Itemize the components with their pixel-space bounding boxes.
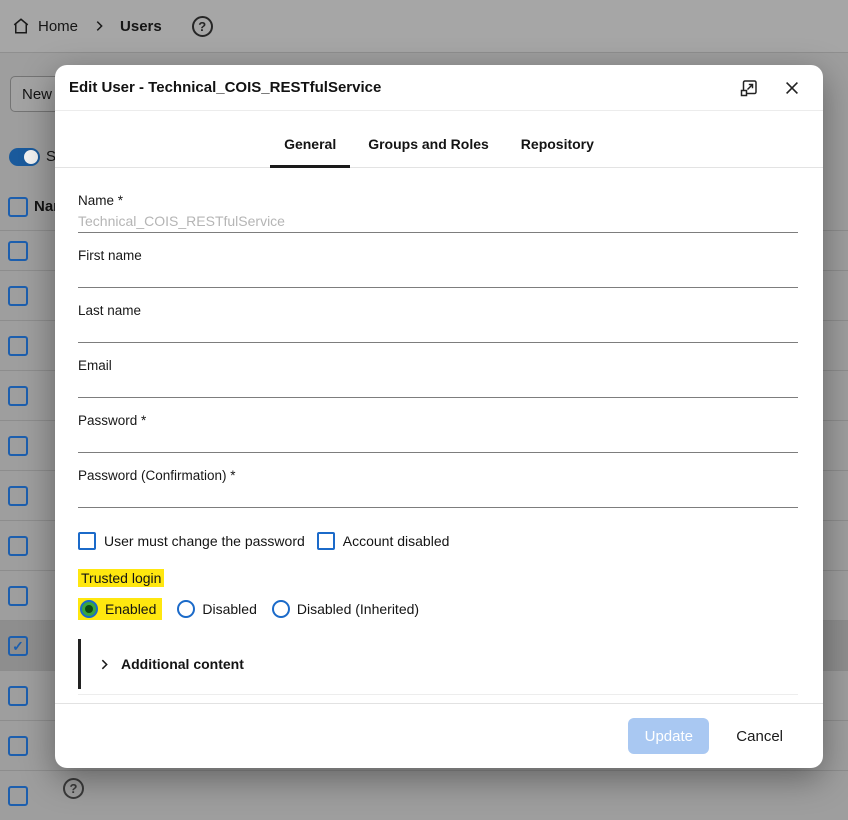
checkbox-label: User must change the password: [104, 533, 305, 549]
first-name-input[interactable]: [78, 266, 798, 288]
breadcrumb: Home Users ?: [0, 0, 848, 53]
tab-groups-and-roles[interactable]: Groups and Roles: [354, 136, 503, 167]
email-field: Email: [78, 358, 798, 398]
table-row[interactable]: [0, 770, 848, 820]
radio-button[interactable]: [177, 600, 195, 618]
radio-enabled[interactable]: Enabled: [78, 598, 162, 620]
row-checkbox[interactable]: [8, 536, 28, 556]
home-icon[interactable]: [12, 17, 30, 35]
row-checkbox-checked[interactable]: ✓: [8, 636, 28, 656]
radio-label: Enabled: [105, 601, 156, 617]
breadcrumb-home[interactable]: Home: [38, 18, 78, 35]
row-checkbox[interactable]: [8, 336, 28, 356]
row-checkbox[interactable]: [8, 436, 28, 456]
last-name-field-label: Last name: [78, 303, 798, 321]
tab-repository[interactable]: Repository: [507, 136, 608, 167]
chevron-right-icon: [98, 658, 111, 671]
close-icon[interactable]: [783, 79, 801, 97]
additional-content-label: Additional content: [121, 656, 244, 672]
must-change-password-checkbox[interactable]: User must change the password: [78, 532, 305, 550]
email-input[interactable]: [78, 376, 798, 398]
filter-toggle[interactable]: [9, 148, 40, 166]
row-checkbox[interactable]: [8, 386, 28, 406]
row-checkbox[interactable]: [8, 286, 28, 306]
dialog-header: Edit User - Technical_COIS_RESTfulServic…: [55, 65, 823, 111]
first-name-field-label: First name: [78, 248, 798, 266]
last-name-field: Last name: [78, 303, 798, 343]
password-confirmation-input[interactable]: [78, 486, 798, 508]
dialog-tabs: General Groups and Roles Repository: [55, 111, 823, 168]
row-checkbox[interactable]: [8, 486, 28, 506]
row-checkbox[interactable]: [8, 241, 28, 261]
dialog-title: Edit User - Technical_COIS_RESTfulServic…: [69, 79, 739, 96]
password-confirmation-field-label: Password (Confirmation) *: [78, 468, 798, 486]
toggle-knob: [24, 150, 38, 164]
radio-disabled[interactable]: Disabled: [177, 600, 256, 618]
row-checkbox[interactable]: [8, 786, 28, 806]
breadcrumb-current: Users: [120, 18, 162, 35]
password-field: Password *: [78, 413, 798, 453]
radio-button[interactable]: [80, 600, 98, 618]
help-icon[interactable]: ?: [192, 16, 213, 37]
edit-user-dialog: Edit User - Technical_COIS_RESTfulServic…: [55, 65, 823, 768]
radio-label: Disabled: [202, 601, 256, 617]
first-name-field: First name: [78, 248, 798, 288]
chevron-right-icon: [92, 19, 106, 33]
expand-dialog-icon[interactable]: [739, 78, 759, 98]
last-name-input[interactable]: [78, 321, 798, 343]
divider: [78, 694, 798, 695]
password-confirmation-field: Password (Confirmation) *: [78, 468, 798, 508]
radio-disabled-inherited[interactable]: Disabled (Inherited): [272, 600, 419, 618]
row-checkbox[interactable]: [8, 686, 28, 706]
radio-button[interactable]: [272, 600, 290, 618]
row-checkbox[interactable]: [8, 736, 28, 756]
dialog-footer: Update Cancel: [55, 703, 823, 768]
checkbox-box[interactable]: [78, 532, 96, 550]
update-button[interactable]: Update: [628, 718, 709, 754]
trusted-login-section: Trusted login: [78, 569, 798, 587]
trusted-login-options: Enabled Disabled Disabled (Inherited): [78, 598, 798, 620]
trusted-login-label: Trusted login: [78, 569, 164, 587]
password-input[interactable]: [78, 431, 798, 453]
name-field: Name * Technical_COIS_RESTfulService: [78, 193, 798, 233]
row-checkbox[interactable]: [8, 586, 28, 606]
tab-general[interactable]: General: [270, 136, 350, 167]
name-field-label: Name *: [78, 193, 798, 211]
checkbox-label: Account disabled: [343, 533, 450, 549]
bottom-help-icon[interactable]: ?: [63, 778, 84, 799]
select-all-checkbox[interactable]: [8, 197, 28, 217]
cancel-button[interactable]: Cancel: [736, 728, 783, 745]
radio-label: Disabled (Inherited): [297, 601, 419, 617]
checkbox-box[interactable]: [317, 532, 335, 550]
password-field-label: Password *: [78, 413, 798, 431]
email-field-label: Email: [78, 358, 798, 376]
account-options-row: User must change the password Account di…: [78, 532, 798, 550]
name-input[interactable]: Technical_COIS_RESTfulService: [78, 211, 798, 233]
account-disabled-checkbox[interactable]: Account disabled: [317, 532, 450, 550]
additional-content-expander[interactable]: Additional content: [78, 639, 798, 689]
dialog-body: Name * Technical_COIS_RESTfulService Fir…: [55, 168, 823, 703]
